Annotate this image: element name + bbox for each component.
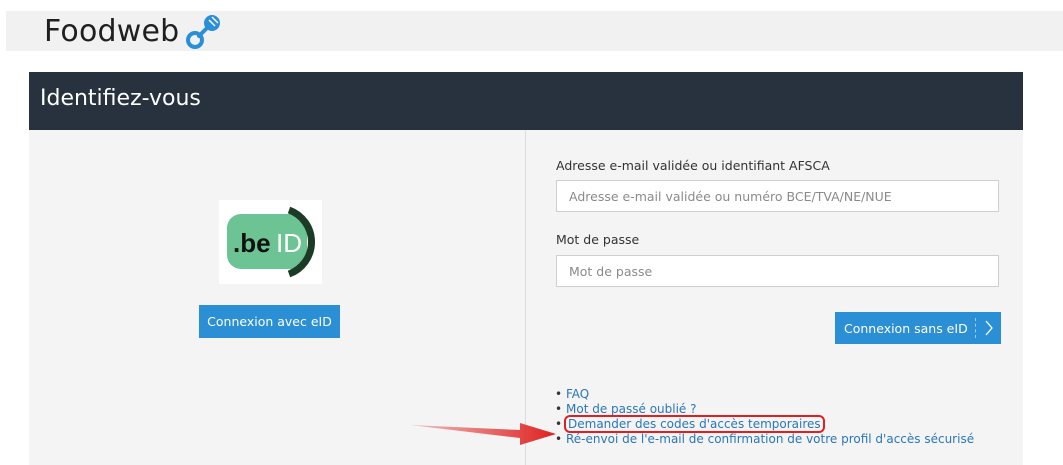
resend-confirmation-email-link[interactable]: Ré-envoi de l'e-mail de confirmation de … — [566, 432, 974, 446]
login-without-eid-button[interactable]: Connexion sans eID — [835, 312, 1001, 344]
column-divider — [525, 130, 526, 465]
eid-login-button[interactable]: Connexion avec eID — [199, 305, 340, 338]
list-item: Demander des codes d'accès temporaires — [554, 415, 974, 433]
faq-link[interactable]: FAQ — [566, 387, 589, 401]
brand-name: Foodweb — [44, 13, 180, 49]
beid-logo-id-text: ID — [276, 228, 302, 258]
top-bar: Foodweb — [6, 11, 1063, 51]
login-panel: .be ID Connexion avec eID Adresse e-mail… — [29, 130, 1023, 465]
list-item: Ré-envoi de l'e-mail de confirmation de … — [554, 432, 974, 447]
password-label: Mot de passe — [556, 232, 640, 247]
help-links: FAQ Mot de passé oublié ? Demander des c… — [554, 387, 974, 447]
list-item: Mot de passé oublié ? — [554, 402, 974, 417]
beid-logo-be-text: .be — [233, 228, 271, 258]
button-separator — [975, 318, 977, 338]
login-button-label: Connexion sans eID — [844, 320, 968, 336]
request-temporary-codes-link[interactable]: Demander des codes d'accès temporaires — [564, 415, 825, 433]
password-field[interactable] — [556, 255, 999, 287]
panel-header: Identifiez-vous — [29, 72, 1023, 130]
email-label: Adresse e-mail validée ou identifiant AF… — [556, 158, 830, 173]
fork-link-logo-icon — [186, 15, 221, 49]
beid-logo-icon: .be ID — [227, 206, 316, 278]
brand[interactable]: Foodweb — [44, 12, 223, 50]
page-title: Identifiez-vous — [40, 86, 201, 111]
beid-logo: .be ID — [219, 200, 322, 284]
chevron-right-icon — [985, 320, 993, 336]
forgot-password-link[interactable]: Mot de passé oublié ? — [566, 402, 697, 416]
email-field[interactable] — [556, 180, 999, 212]
list-item: FAQ — [554, 387, 974, 402]
